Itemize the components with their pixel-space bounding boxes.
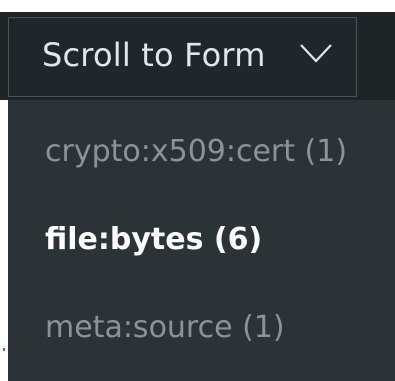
menu-item-meta-source[interactable]: meta:source (1) [8,284,395,372]
chevron-down-icon [300,44,332,63]
form-menu: crypto:x509:cert (1) file:bytes (6) meta… [8,100,395,381]
menu-item-label: meta:source (1) [45,310,285,345]
status-dot [3,348,5,351]
menu-item-crypto-x509-cert[interactable]: crypto:x509:cert (1) [8,108,395,196]
menu-item-label: crypto:x509:cert (1) [45,134,348,169]
menu-item-label: file:bytes (6) [45,222,263,257]
menu-item-file-bytes[interactable]: file:bytes (6) [8,196,395,284]
active-item-indicator [0,199,4,279]
scroll-to-form-dropdown[interactable]: Scroll to Form [8,17,357,97]
dropdown-label: Scroll to Form [42,36,266,74]
scroll-to-form-widget: Scroll to Form crypto:x509:cert (1) file… [0,0,395,381]
